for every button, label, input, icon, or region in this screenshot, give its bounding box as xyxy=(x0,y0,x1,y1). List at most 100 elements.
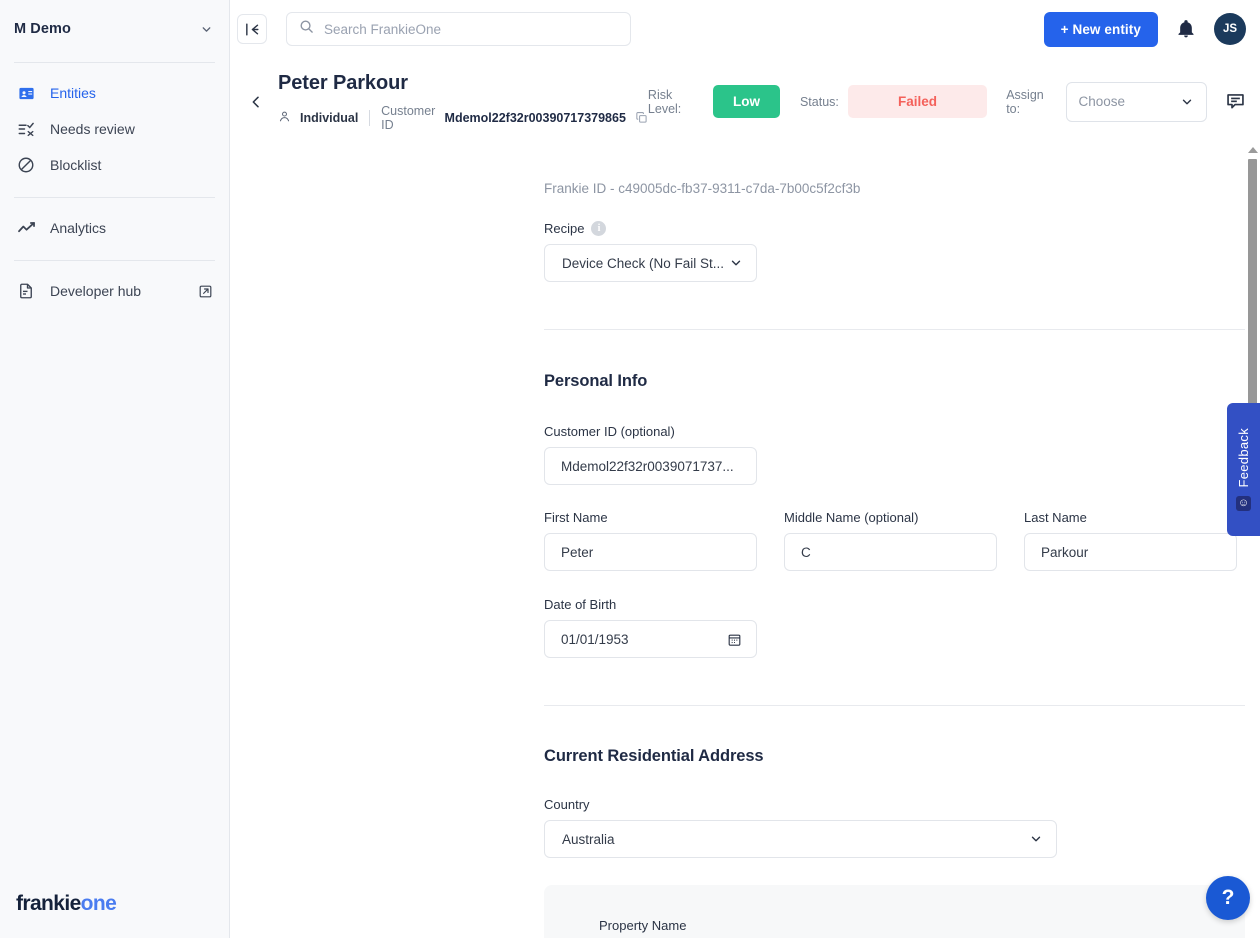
search-input[interactable] xyxy=(324,22,618,37)
sidebar-item-entities[interactable]: Entities xyxy=(0,75,229,111)
status-label: Status: xyxy=(800,95,839,109)
first-name-label: First Name xyxy=(544,510,757,525)
last-name-label: Last Name xyxy=(1024,510,1237,525)
dob-input[interactable]: 01/01/1953 xyxy=(544,620,757,658)
entity-header-status-group: Risk Level: Low Status: Failed Assign to… xyxy=(648,82,1246,122)
feedback-label: Feedback xyxy=(1236,428,1251,488)
sidebar-item-label: Entities xyxy=(50,85,96,101)
sidebar-item-label: Needs review xyxy=(50,121,135,137)
user-avatar[interactable]: JS xyxy=(1214,13,1246,45)
middle-name-input[interactable]: C xyxy=(784,533,997,571)
contact-card-icon xyxy=(16,83,36,103)
content-scrollbar[interactable] xyxy=(1245,145,1260,938)
last-name-value: Parkour xyxy=(1041,545,1088,560)
block-circle-icon xyxy=(16,155,36,175)
chevron-down-icon xyxy=(729,256,743,270)
last-name-input[interactable]: Parkour xyxy=(1024,533,1237,571)
document-icon xyxy=(16,281,36,301)
sidebar-item-blocklist[interactable]: Blocklist xyxy=(0,147,229,183)
sidebar-item-analytics[interactable]: Analytics xyxy=(0,210,229,246)
review-list-icon xyxy=(16,119,36,139)
address-heading: Current Residential Address xyxy=(544,747,1260,766)
brand-accent: one xyxy=(81,892,117,915)
name-fields-row: First Name Peter Middle Name (optional) … xyxy=(544,510,1260,571)
country-select[interactable]: Australia xyxy=(544,820,1057,858)
calendar-icon[interactable] xyxy=(727,632,742,647)
comment-icon[interactable] xyxy=(1225,91,1246,112)
form-container: Frankie ID - c49005dc-fb37-9311-c7da-7b0… xyxy=(230,145,1260,938)
dob-label: Date of Birth xyxy=(544,597,1260,612)
customer-id-value: Mdemol22f32r00390717379865 xyxy=(445,111,626,125)
back-chevron-icon[interactable] xyxy=(248,88,272,116)
personal-info-heading: Personal Info xyxy=(544,372,1260,391)
sidebar-nav-primary: Entities Needs review Blocklist xyxy=(0,63,229,193)
entity-type: Individual xyxy=(300,111,358,125)
topbar-actions: + New entity JS xyxy=(1044,12,1246,47)
main-region: + New entity JS Peter Parkour Individual xyxy=(230,0,1260,938)
sidebar-nav-secondary: Analytics xyxy=(0,198,229,256)
sidebar-item-needs-review[interactable]: Needs review xyxy=(0,111,229,147)
entity-header: Peter Parkour Individual Customer ID Mde… xyxy=(230,58,1260,146)
topbar: + New entity JS xyxy=(230,0,1260,58)
sidebar-item-label: Blocklist xyxy=(50,157,101,173)
assign-to-select[interactable]: Choose xyxy=(1066,82,1207,122)
middle-name-value: C xyxy=(801,545,811,560)
frankieone-logo: frankieone xyxy=(16,892,116,916)
risk-level-badge: Low xyxy=(713,85,780,118)
page-title: Peter Parkour xyxy=(278,72,648,95)
smiley-icon: ☺ xyxy=(1236,496,1251,511)
scrollbar-thumb[interactable] xyxy=(1248,159,1257,414)
search-box[interactable] xyxy=(286,12,631,46)
assign-to-value: Choose xyxy=(1079,94,1126,109)
assign-to-label: Assign to: xyxy=(1006,88,1056,116)
country-label: Country xyxy=(544,797,1260,812)
chevron-down-icon xyxy=(1180,95,1194,109)
org-name: M Demo xyxy=(14,21,71,37)
customer-id-label: Customer ID xyxy=(381,104,435,132)
property-name-label: Property Name xyxy=(599,918,1260,933)
risk-level-label: Risk Level: xyxy=(648,88,704,116)
customer-id-field: Customer ID (optional) Mdemol22f32r00390… xyxy=(544,424,1260,485)
customer-id-input-value: Mdemol22f32r0039071737... xyxy=(561,459,734,474)
info-icon[interactable]: i xyxy=(591,221,606,236)
entity-meta: Individual Customer ID Mdemol22f32r00390… xyxy=(278,104,648,132)
sidebar-item-label: Developer hub xyxy=(50,283,141,299)
person-icon xyxy=(278,110,291,126)
middle-name-field: Middle Name (optional) C xyxy=(784,510,997,571)
feedback-tab[interactable]: Feedback ☺ xyxy=(1227,403,1260,536)
middle-name-label: Middle Name (optional) xyxy=(784,510,997,525)
frankie-id-text: Frankie ID - c49005dc-fb37-9311-c7da-7b0… xyxy=(544,181,1260,196)
org-selector[interactable]: M Demo xyxy=(0,0,229,58)
sidebar: M Demo Entities Needs review xyxy=(0,0,230,938)
recipe-field: Recipe i Device Check (No Fail St... xyxy=(544,221,1260,282)
scrollbar-up-arrow-icon[interactable] xyxy=(1248,147,1258,153)
country-field: Country Australia xyxy=(544,797,1260,858)
recipe-select[interactable]: Device Check (No Fail St... xyxy=(544,244,757,282)
first-name-field: First Name Peter xyxy=(544,510,757,571)
customer-id-input[interactable]: Mdemol22f32r0039071737... xyxy=(544,447,757,485)
app-root: M Demo Entities Needs review xyxy=(0,0,1260,938)
last-name-field: Last Name Parkour xyxy=(1024,510,1237,571)
recipe-value: Device Check (No Fail St... xyxy=(562,256,724,271)
section-divider-1 xyxy=(544,329,1260,330)
country-value: Australia xyxy=(562,832,615,847)
notification-bell-icon[interactable] xyxy=(1176,19,1196,39)
dob-value: 01/01/1953 xyxy=(561,632,629,647)
meta-separator xyxy=(369,110,370,126)
copy-icon[interactable] xyxy=(635,111,648,124)
sidebar-nav-tertiary: Developer hub xyxy=(0,261,229,319)
first-name-input[interactable]: Peter xyxy=(544,533,757,571)
search-icon xyxy=(299,19,314,39)
entity-identity: Peter Parkour Individual Customer ID Mde… xyxy=(278,72,648,132)
sidebar-item-developer-hub[interactable]: Developer hub xyxy=(0,273,229,309)
external-link-icon xyxy=(198,284,213,299)
chevron-down-icon xyxy=(200,23,213,36)
new-entity-button[interactable]: + New entity xyxy=(1044,12,1158,47)
sidebar-item-label: Analytics xyxy=(50,220,106,236)
collapse-sidebar-button[interactable] xyxy=(237,14,267,44)
status-badge: Failed xyxy=(848,85,987,118)
help-button[interactable]: ? xyxy=(1206,876,1250,920)
trend-line-icon xyxy=(16,218,36,238)
recipe-label-row: Recipe i xyxy=(544,221,1260,236)
brand-primary: frankie xyxy=(16,892,81,915)
